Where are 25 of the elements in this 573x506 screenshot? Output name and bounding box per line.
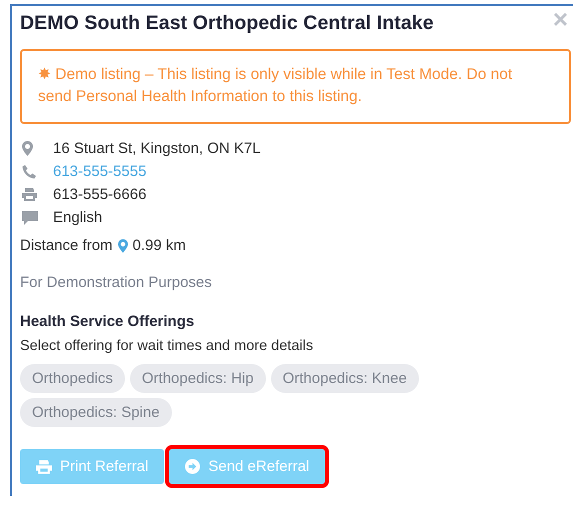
listing-title: DEMO South East Orthopedic Central Intake: [20, 12, 434, 35]
fax-text: 613-555-6666: [53, 186, 146, 203]
location-pin-icon: [22, 141, 33, 156]
offering-chip[interactable]: Orthopedics: Hip: [130, 364, 266, 393]
close-icon[interactable]: ×: [552, 6, 568, 32]
phone-icon: [22, 164, 36, 178]
phone-link[interactable]: 613-555-5555: [53, 163, 146, 180]
distance-label: Distance from: [20, 237, 113, 254]
address-text: 16 Stuart St, Kingston, ON K7L: [53, 140, 261, 157]
demo-warning: ✸ Demo listing – This listing is only visible while in Test Mode. Do not send Personal Health Information to this listing.: [20, 49, 571, 124]
print-button[interactable]: Print Referral: [20, 449, 164, 484]
printer-icon: [22, 188, 37, 201]
section-heading: Health Service Offerings: [20, 313, 196, 330]
offering-chip[interactable]: Orthopedics: Knee: [270, 364, 419, 393]
offering-chip[interactable]: Orthopedics: Spine: [20, 398, 172, 427]
location-pin-icon: [118, 238, 128, 252]
send-button[interactable]: Send eReferral: [169, 449, 326, 484]
hint-text: Select offering for wait times and more details: [20, 338, 314, 354]
speech-bubble-icon: [22, 210, 38, 224]
printer-icon: [36, 460, 52, 474]
distance-value: 0.99 km: [132, 237, 186, 254]
language-text: English: [53, 209, 102, 226]
offering-chip[interactable]: Orthopedics: [20, 364, 125, 393]
note-text: For Demonstration Purposes: [20, 274, 213, 291]
arrow-circle-icon: [185, 459, 200, 474]
